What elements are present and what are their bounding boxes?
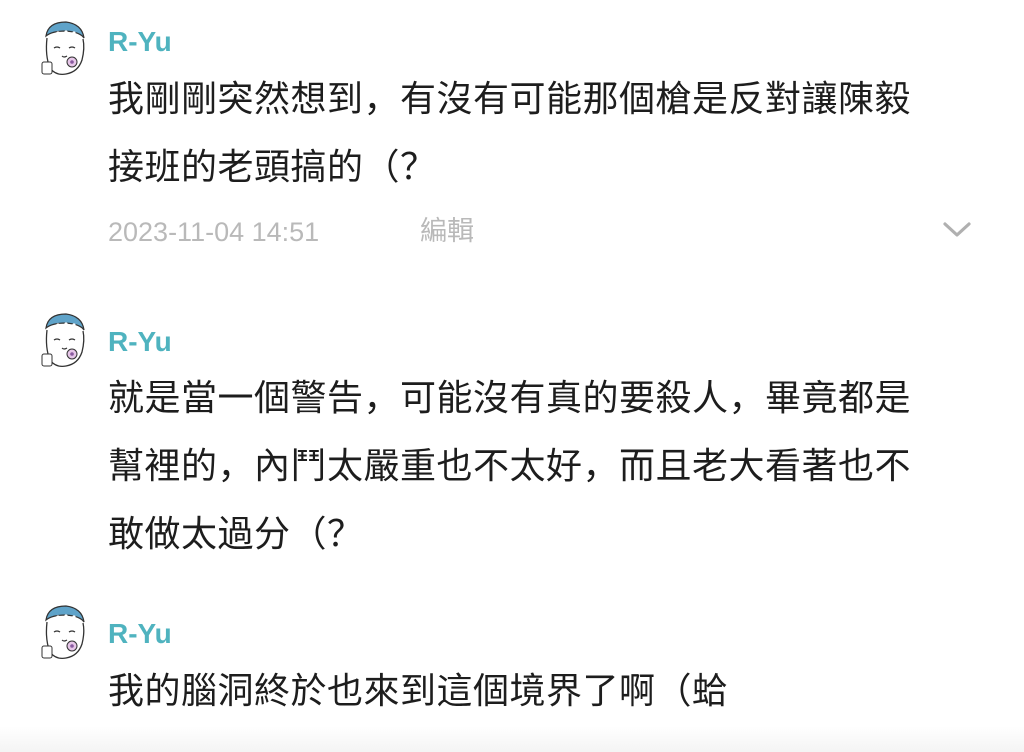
- comment-text-line: 接班的老頭搞的（？: [108, 147, 437, 188]
- author-name[interactable]: R-Yu: [108, 26, 172, 58]
- comment-text-line: 我的腦洞終於也來到這個境界了啊（蛤: [108, 671, 729, 712]
- comment-text-line: 我剛剛突然想到，有沒有可能那個槍是反對讓陳毅: [108, 79, 912, 120]
- avatar[interactable]: [36, 600, 92, 666]
- chevron-down-icon[interactable]: [940, 218, 974, 242]
- edit-link[interactable]: 編輯: [420, 216, 474, 248]
- avatar[interactable]: [36, 16, 92, 82]
- comment-thread: R-Yu 我剛剛突然想到，有沒有可能那個槍是反對讓陳毅 接班的老頭搞的（？ 20…: [0, 0, 1024, 752]
- comment-timestamp: 2023-11-04 14:51: [108, 217, 320, 247]
- avatar[interactable]: [36, 308, 92, 374]
- comment-text-line: 就是當一個警告，可能沒有真的要殺人，畢竟都是: [108, 378, 912, 419]
- bottom-divider: [0, 726, 1024, 752]
- comment-text-line: 敢做太過分（？: [108, 514, 364, 555]
- author-name[interactable]: R-Yu: [108, 618, 172, 650]
- author-name[interactable]: R-Yu: [108, 326, 172, 358]
- comment-text-line: 幫裡的，內鬥太嚴重也不太好，而且老大看著也不: [108, 446, 912, 487]
